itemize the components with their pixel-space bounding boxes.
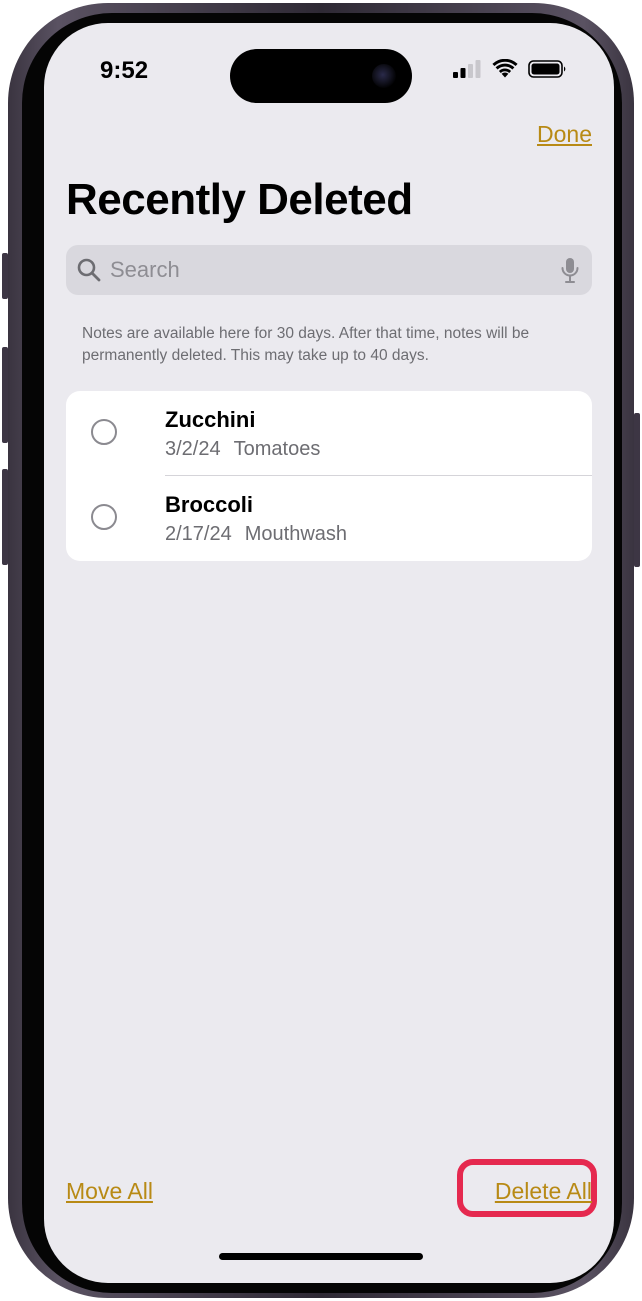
deleted-notes-list: Zucchini 3/2/24 Tomatoes Broccoli 2/17/24…	[66, 391, 592, 561]
note-date: 2/17/24	[165, 523, 232, 545]
note-preview: Tomatoes	[233, 438, 321, 460]
screen: 9:52 Done Recently Deleted Search Notes …	[44, 23, 614, 1283]
note-date: 3/2/24	[165, 438, 221, 460]
home-indicator[interactable]	[219, 1253, 423, 1260]
select-circle-icon[interactable]	[91, 419, 117, 445]
note-meta: 3/2/24 Tomatoes	[165, 438, 320, 461]
note-preview: Mouthwash	[244, 523, 348, 545]
note-title: Zucchini	[165, 407, 256, 432]
status-icons	[452, 59, 568, 79]
search-icon	[77, 258, 101, 282]
volume-down-button	[2, 469, 8, 565]
search-bar[interactable]	[66, 245, 592, 295]
list-item[interactable]: Zucchini 3/2/24 Tomatoes	[66, 391, 592, 476]
select-circle-icon[interactable]	[91, 504, 117, 530]
volume-up-button	[2, 347, 8, 443]
list-item[interactable]: Broccoli 2/17/24 Mouthwash	[66, 476, 592, 561]
action-button	[2, 253, 8, 299]
note-title: Broccoli	[165, 492, 254, 517]
retention-info-text: Notes are available here for 30 days. Af…	[82, 325, 530, 364]
side-button	[634, 413, 640, 567]
done-button[interactable]: Done	[537, 121, 592, 148]
cellular-signal-icon	[453, 60, 481, 78]
microphone-icon[interactable]	[560, 257, 580, 285]
battery-icon	[528, 60, 566, 78]
move-all-button[interactable]: Move All	[66, 1178, 153, 1205]
page-title: Recently Deleted	[66, 175, 413, 224]
status-time: 9:52	[100, 57, 149, 84]
wifi-icon	[492, 59, 518, 78]
note-meta: 2/17/24 Mouthwash	[165, 523, 347, 546]
search-input[interactable]	[110, 245, 540, 295]
delete-all-button[interactable]: Delete All	[495, 1178, 592, 1205]
dynamic-island	[230, 49, 412, 103]
camera-icon	[372, 64, 396, 88]
